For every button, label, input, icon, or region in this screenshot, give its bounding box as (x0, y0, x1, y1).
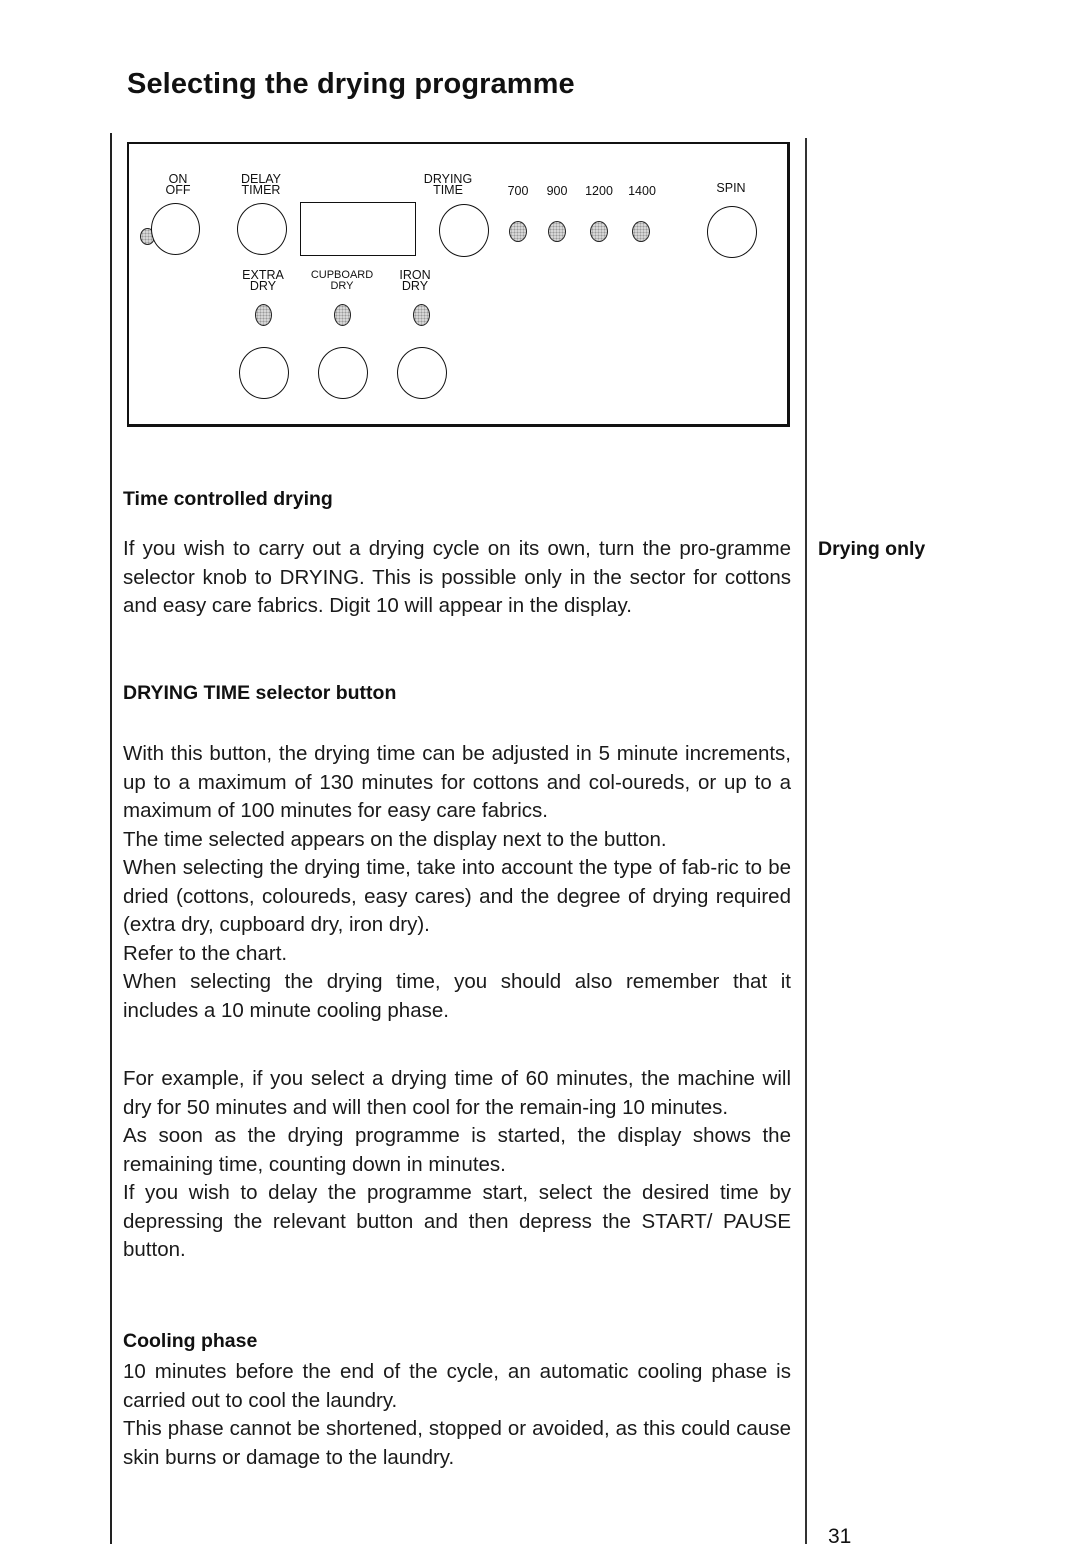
extra-dry-label: EXTRA DRY (242, 268, 284, 293)
side-heading-drying-only: Drying only (818, 538, 926, 560)
delay-timer-label: DELAY TIMER (240, 172, 282, 197)
cupboard-dry-button[interactable] (318, 347, 368, 399)
time-display (300, 202, 416, 256)
page-title: Selecting the drying programme (127, 68, 575, 100)
paragraph: As soon as the drying programme is start… (123, 1124, 791, 1176)
iron-dry-button[interactable] (397, 347, 447, 399)
section-heading-time-controlled: Time controlled drying (123, 488, 333, 510)
page-number: 31 (828, 1525, 852, 1548)
on-off-label: ON OFF (165, 172, 191, 197)
extra-dry-led (255, 304, 272, 326)
cupboard-dry-label: CUPBOARD DRY (310, 269, 374, 292)
drying-time-label: DRYING TIME (423, 172, 473, 197)
time-controlled-text: If you wish to carry out a drying cycle … (123, 535, 791, 621)
paragraph: When selecting the drying time, take int… (123, 856, 791, 936)
control-panel-diagram: ON OFF DELAY TIMER DRYING TIME 700 900 1… (127, 142, 790, 427)
paragraph: 10 minutes before the end of the cycle, … (123, 1360, 791, 1412)
paragraph: With this button, the drying time can be… (123, 742, 791, 822)
drying-time-example-text: For example, if you select a drying time… (123, 1065, 791, 1265)
paragraph: If you wish to delay the programme start… (123, 1181, 791, 1261)
on-off-button[interactable] (151, 203, 200, 255)
drying-time-button[interactable] (439, 204, 489, 257)
iron-dry-label: IRON DRY (399, 268, 431, 293)
cooling-phase-text: 10 minutes before the end of the cycle, … (123, 1358, 791, 1472)
paragraph: This phase cannot be shortened, stopped … (123, 1417, 791, 1469)
drying-time-text: With this button, the drying time can be… (123, 740, 791, 1025)
delay-timer-button[interactable] (237, 203, 287, 255)
cupboard-dry-led (334, 304, 351, 326)
spin-led-1400 (632, 221, 650, 242)
spin-speed-label-900: 900 (546, 184, 568, 198)
spin-button[interactable] (707, 206, 757, 258)
spin-led-900 (548, 221, 566, 242)
paragraph: The time selected appears on the display… (123, 827, 667, 851)
spin-speed-label-1200: 1200 (585, 184, 613, 198)
iron-dry-led (413, 304, 430, 326)
right-column-rule (805, 138, 807, 1544)
spin-led-700 (509, 221, 527, 242)
spin-label: SPIN (716, 181, 746, 195)
spin-led-1200 (590, 221, 608, 242)
extra-dry-button[interactable] (239, 347, 289, 399)
paragraph: When selecting the drying time, you shou… (123, 970, 791, 1022)
spin-speed-label-1400: 1400 (628, 184, 656, 198)
paragraph: If you wish to carry out a drying cycle … (123, 537, 791, 617)
paragraph: Refer to the chart. (123, 941, 288, 965)
paragraph: For example, if you select a drying time… (123, 1067, 791, 1119)
left-column-rule (110, 133, 112, 1544)
section-heading-cooling-phase: Cooling phase (123, 1330, 258, 1352)
spin-speed-label-700: 700 (507, 184, 529, 198)
section-heading-drying-time-button: DRYING TIME selector button (123, 682, 397, 704)
